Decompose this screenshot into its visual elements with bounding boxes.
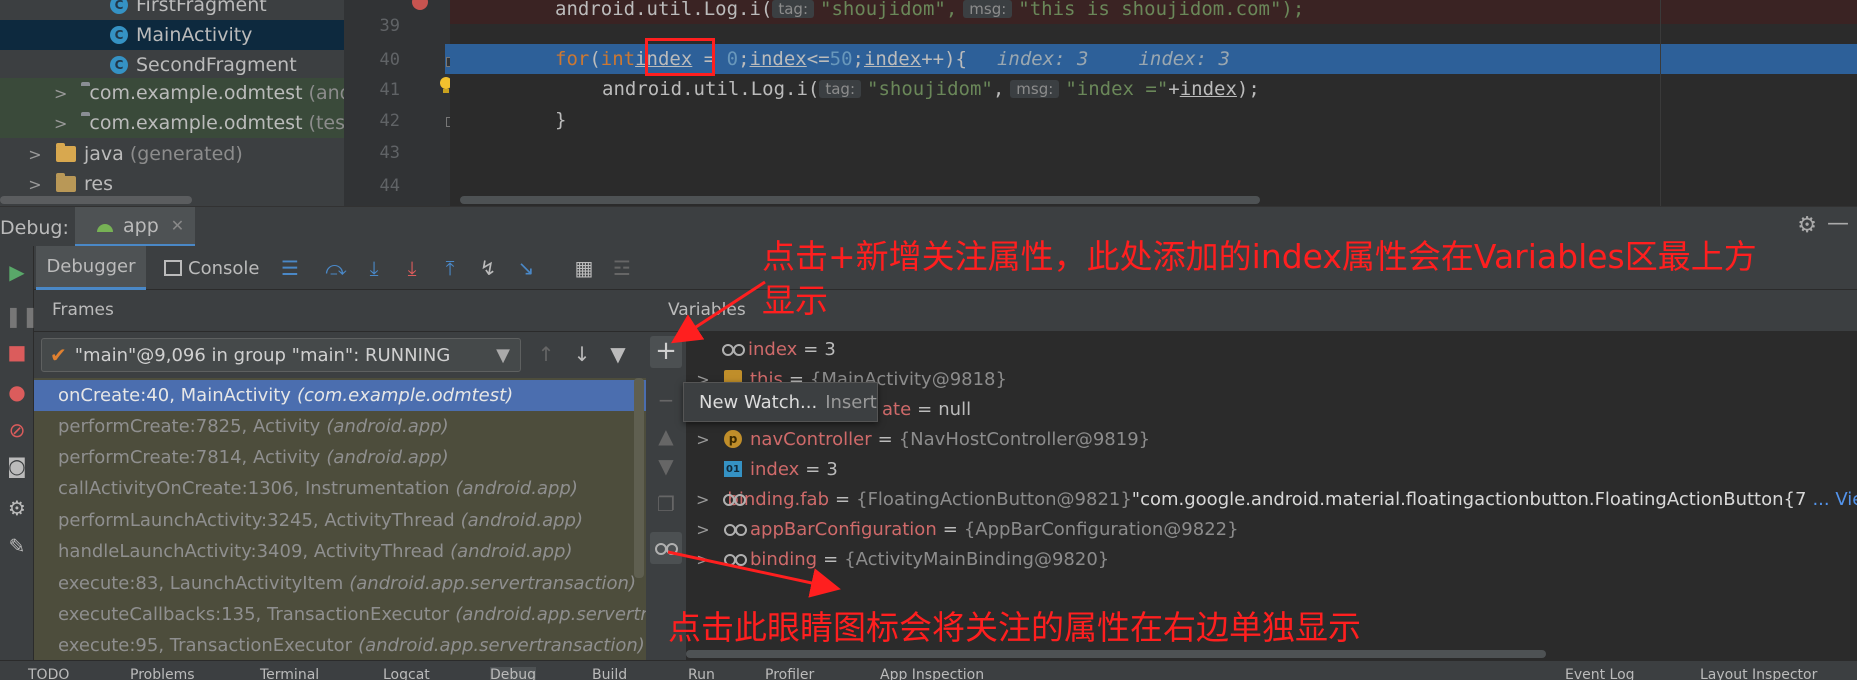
annotation-bottom: 点击此眼睛图标会将关注的属性在右边单独显示: [668, 608, 1361, 647]
annotation-top-line2: 显示: [762, 281, 828, 320]
arrow-to-eye-icon: [667, 550, 841, 598]
annotation-top-line1: 点击+新增关注属性，此处添加的index属性会在Variables区最上方: [762, 237, 1757, 276]
annotation-arrows: [667, 280, 841, 598]
arrow-to-add-watch: [670, 280, 766, 344]
